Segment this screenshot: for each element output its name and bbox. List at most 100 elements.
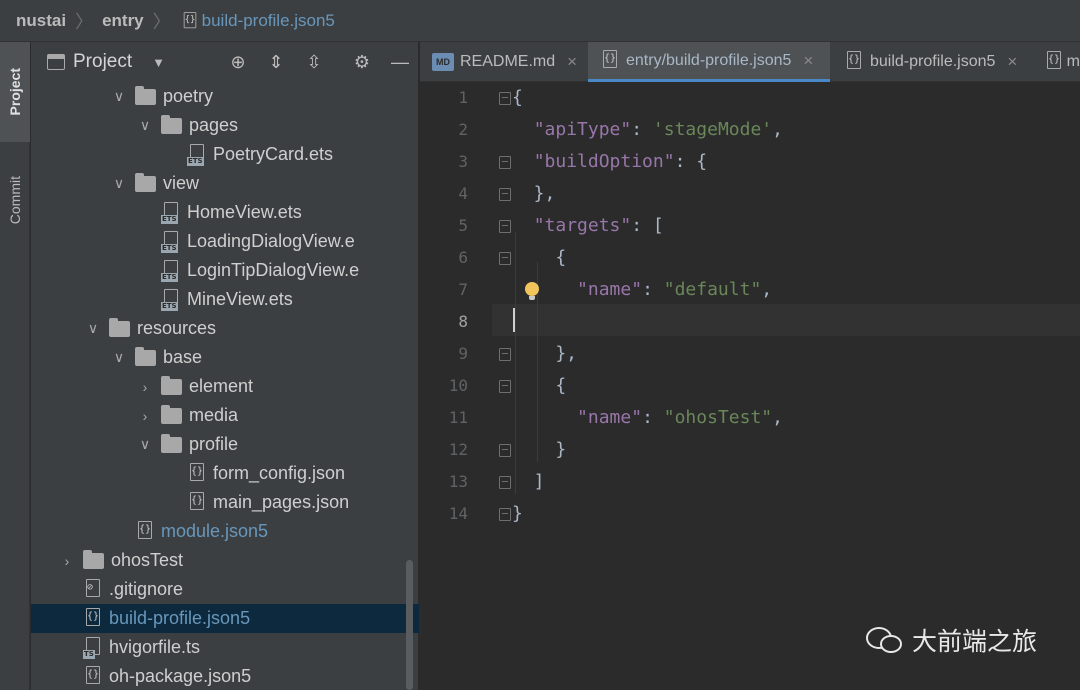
fold-marker-icon[interactable]	[499, 348, 511, 361]
tree-folder[interactable]: ∨ profile	[31, 430, 419, 459]
tree-file[interactable]: TS hvigorfile.ts	[31, 633, 419, 662]
fold-marker-icon[interactable]	[499, 188, 511, 201]
project-panel-title[interactable]: Project	[73, 51, 132, 73]
markdown-icon: MD	[432, 53, 454, 71]
line-number: 10	[448, 376, 468, 395]
collapse-all-icon[interactable]: ⇳	[303, 50, 325, 74]
tree-folder[interactable]: ∨ pages	[31, 111, 419, 140]
tree-file[interactable]: ⊘ .gitignore	[31, 575, 419, 604]
fold-marker-icon[interactable]	[499, 508, 511, 521]
chevron-right-icon[interactable]: ›	[137, 379, 153, 395]
commit-tool-button[interactable]: Commit	[0, 150, 30, 250]
tree-scrollbar[interactable]	[406, 560, 413, 690]
tree-file[interactable]: {} build-profile.json5	[31, 604, 419, 633]
folder-icon	[135, 85, 156, 105]
fold-marker-icon[interactable]	[499, 156, 511, 169]
wechat-icon	[866, 625, 904, 655]
ets-file-icon: ETS	[161, 288, 181, 311]
tree-item-label: view	[163, 173, 200, 193]
tree-file[interactable]: {} main_pages.json	[31, 488, 419, 517]
commit-tool-label: Commit	[7, 175, 23, 225]
tab-overflow[interactable]: {} m	[1032, 42, 1080, 82]
breadcrumb-separator: 〉	[152, 11, 171, 32]
code-line-12: }	[512, 439, 567, 460]
tab-build-profile[interactable]: {} build-profile.json5 ×	[832, 42, 1032, 82]
chevron-down-icon[interactable]: ∨	[137, 117, 153, 134]
tool-window-strip: Project Commit	[0, 42, 30, 690]
expand-all-icon[interactable]: ⇕	[265, 50, 287, 74]
tree-folder[interactable]: ∨ view	[31, 169, 419, 198]
tree-file[interactable]: {} form_config.json	[31, 459, 419, 488]
tree-file[interactable]: {} module.json5	[31, 517, 419, 546]
chevron-down-icon[interactable]: ∨	[137, 436, 153, 453]
chevron-down-icon[interactable]: ∨	[85, 320, 101, 337]
line-number: 11	[448, 408, 468, 427]
tab-entry-build-profile[interactable]: {} entry/build-profile.json5 ×	[588, 42, 830, 82]
line-number: 14	[448, 504, 468, 523]
tree-file[interactable]: ETS LoadingDialogView.e	[31, 227, 419, 256]
watermark-text: 大前端之旅	[912, 628, 1038, 656]
project-panel-header: Project ▼ ⊕ ⇕ ⇳ ⚙ —	[31, 42, 419, 82]
fold-marker-icon[interactable]	[499, 380, 511, 393]
folder-icon	[135, 346, 156, 366]
line-number: 6	[458, 248, 468, 267]
code-line-10: {	[512, 375, 567, 396]
tree-folder[interactable]: › media	[31, 401, 419, 430]
code-line-5: "targets": [	[533, 215, 664, 236]
fold-marker-icon[interactable]	[499, 476, 511, 489]
tree-item-label: PoetryCard.ets	[213, 144, 334, 164]
text-caret	[513, 308, 515, 332]
fold-marker-icon[interactable]	[499, 220, 511, 233]
tree-folder[interactable]: ∨ poetry	[31, 82, 419, 111]
tree-folder[interactable]: › element	[31, 372, 419, 401]
code-editor[interactable]: 1 2 3 4 5 6 7 8 9 10 11 12 13 14 { "apiType": 'stageM…	[420, 82, 1080, 690]
hide-panel-icon[interactable]: —	[389, 50, 411, 74]
project-tool-label: Project	[7, 68, 23, 116]
close-icon[interactable]: ×	[567, 52, 577, 72]
json-file-icon: {}	[180, 11, 197, 30]
tree-file[interactable]: ETS MineView.ets	[31, 285, 419, 314]
tree-folder[interactable]: › ohosTest	[31, 546, 419, 575]
tree-file[interactable]: ETS PoetryCard.ets	[31, 140, 419, 169]
chevron-right-icon[interactable]: ›	[59, 553, 75, 569]
close-icon[interactable]: ×	[1007, 52, 1017, 72]
gear-icon[interactable]: ⚙	[351, 50, 373, 74]
line-number: 9	[458, 344, 468, 363]
breadcrumb-file[interactable]: build-profile.json5	[202, 11, 335, 31]
code-line-11: "name": "ohosTest",	[577, 407, 783, 428]
line-number: 3	[458, 152, 468, 171]
tree-folder[interactable]: ∨ resources	[31, 314, 419, 343]
breadcrumb-module[interactable]: entry	[102, 11, 144, 31]
breadcrumb-project[interactable]: nustai	[16, 11, 66, 31]
breadcrumb-separator: 〉	[75, 11, 94, 32]
tab-readme[interactable]: MD README.md ×	[420, 42, 588, 82]
line-number: 4	[458, 184, 468, 203]
tree-folder[interactable]: ∨ base	[31, 343, 419, 372]
tree-item-label: profile	[189, 434, 239, 454]
current-line-highlight	[492, 304, 1080, 336]
tab-label: m	[1066, 53, 1080, 70]
code-line-7: "name": "default",	[577, 279, 773, 300]
fold-marker-icon[interactable]	[499, 252, 511, 265]
json-file-icon: {}	[600, 49, 620, 72]
fold-marker-icon[interactable]	[499, 92, 511, 105]
line-number: 13	[448, 472, 468, 491]
chevron-down-icon[interactable]: ▼	[152, 55, 165, 70]
tree-item-label: ohosTest	[111, 550, 184, 570]
gitignore-file-icon: ⊘	[83, 578, 103, 601]
chevron-down-icon[interactable]: ∨	[111, 175, 127, 192]
project-tool-button[interactable]: Project	[0, 42, 30, 142]
line-number: 12	[448, 440, 468, 459]
tree-file[interactable]: ETS LoginTipDialogView.e	[31, 256, 419, 285]
tree-item-label: LoginTipDialogView.e	[187, 260, 360, 280]
tree-file[interactable]: ETS HomeView.ets	[31, 198, 419, 227]
tree-file[interactable]: {} oh-package.json5	[31, 662, 419, 690]
chevron-right-icon[interactable]: ›	[137, 408, 153, 424]
close-icon[interactable]: ×	[803, 51, 813, 71]
chevron-down-icon[interactable]: ∨	[111, 88, 127, 105]
line-number: 5	[458, 216, 468, 235]
locate-icon[interactable]: ⊕	[227, 50, 249, 74]
chevron-down-icon[interactable]: ∨	[111, 349, 127, 366]
json-file-icon: {}	[83, 665, 103, 688]
fold-marker-icon[interactable]	[499, 444, 511, 457]
